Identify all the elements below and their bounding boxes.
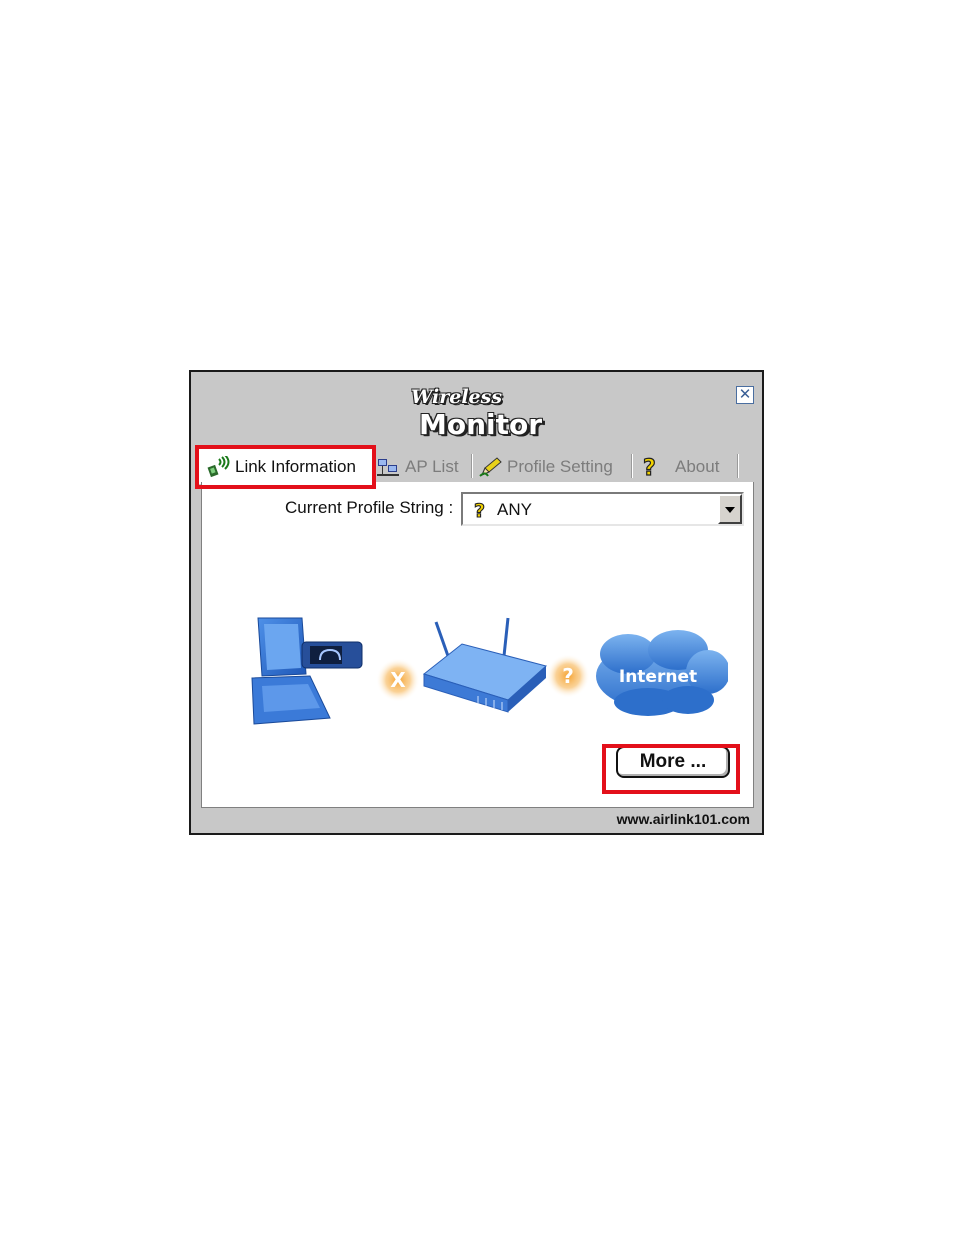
tab-label: About — [675, 457, 720, 476]
connection-diagram: X ? Internet — [251, 617, 728, 725]
profile-select-value: ANY — [497, 500, 532, 519]
link-status-question: ? — [562, 664, 574, 688]
logo-wireless-text: Wireless — [411, 386, 503, 408]
tab-separator — [631, 454, 633, 478]
tab-separator — [471, 454, 473, 478]
close-icon: ✕ — [738, 385, 752, 403]
highlight-more-button — [602, 744, 740, 794]
tab-profile-setting[interactable]: Profile Setting — [479, 452, 633, 482]
dropdown-arrow-icon[interactable] — [718, 494, 742, 524]
current-profile-label: Current Profile String : — [285, 498, 454, 517]
link-status-x: X — [390, 668, 406, 692]
tab-separator — [737, 454, 739, 478]
close-button[interactable]: ✕ — [736, 386, 754, 404]
tab-label: Profile Setting — [507, 457, 613, 476]
internet-label: Internet — [619, 667, 697, 687]
question-mark-icon: ? — [471, 499, 491, 526]
wireless-monitor-logo: Wireless Monitor — [405, 382, 565, 441]
pencil-icon — [479, 456, 502, 478]
highlight-link-information-tab — [195, 445, 376, 489]
svg-text:?: ? — [474, 500, 485, 521]
laptop-icon — [251, 617, 363, 725]
question-mark-icon: ? — [641, 455, 663, 481]
access-point-icon — [422, 617, 548, 713]
tab-label: AP List — [405, 457, 459, 476]
tab-about[interactable]: ? About — [641, 452, 739, 482]
svg-text:?: ? — [643, 456, 656, 478]
footer-url: www.airlink101.com — [616, 811, 750, 827]
tab-ap-list[interactable]: AP List — [377, 452, 473, 482]
logo-monitor-text: Monitor — [419, 408, 543, 441]
current-profile-select[interactable]: ? ANY — [461, 492, 744, 526]
network-computers-icon — [377, 456, 399, 478]
